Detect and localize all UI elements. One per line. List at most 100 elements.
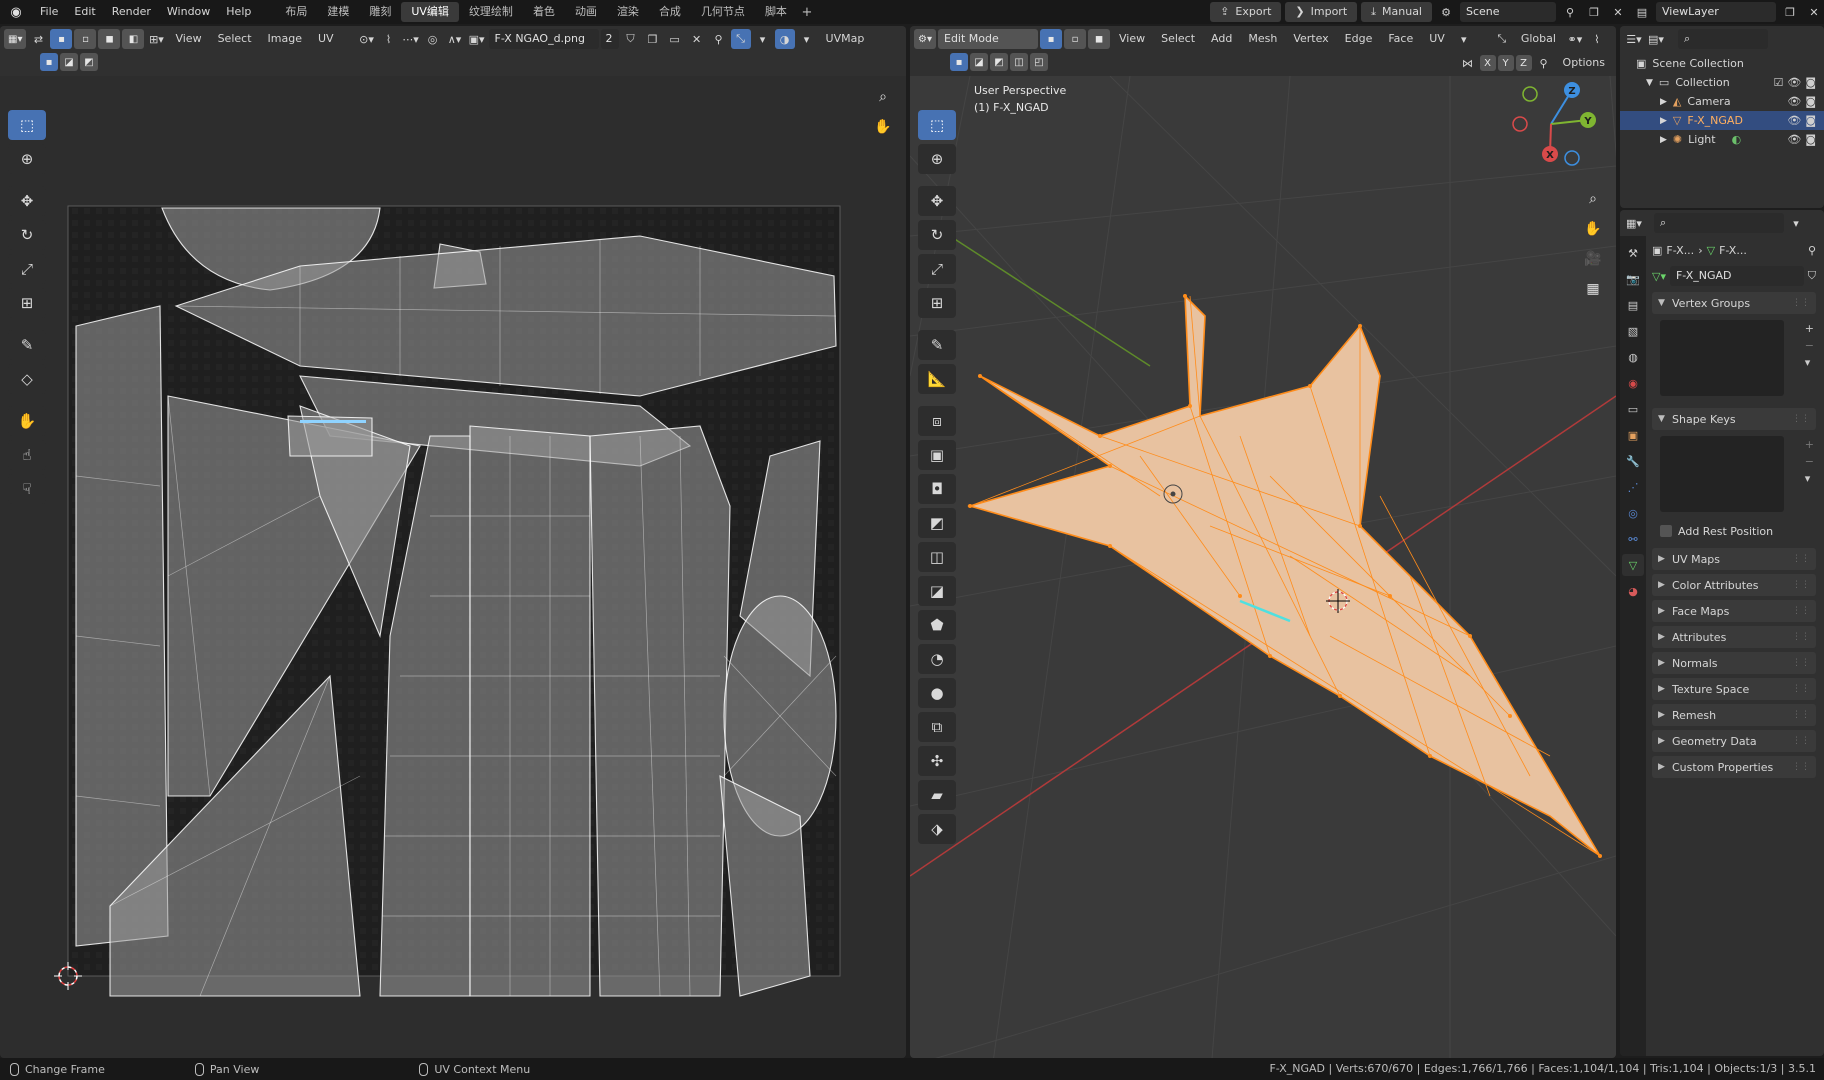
- vp-transform-tool-icon[interactable]: ⊞: [918, 288, 956, 318]
- overlay-toggle-icon[interactable]: ◑: [774, 29, 795, 49]
- modifier-tab-icon[interactable]: 🔧: [1622, 450, 1644, 472]
- options-dropdown[interactable]: Options: [1556, 53, 1612, 73]
- panel-color-attributes[interactable]: ▶ Color Attributes ⋮⋮: [1652, 574, 1816, 596]
- gizmo-neg-x-ball[interactable]: [1512, 116, 1528, 132]
- remove-vertex-group-icon[interactable]: −: [1805, 339, 1814, 352]
- display-mode-icon[interactable]: ▤▾: [1646, 29, 1666, 49]
- drag-grip-icon[interactable]: ⋮⋮: [1792, 554, 1810, 564]
- vp-menu-vertex[interactable]: Vertex: [1286, 29, 1335, 49]
- vp-select-extend-icon[interactable]: ◪: [970, 53, 988, 71]
- vertex-select-icon[interactable]: ▪: [50, 29, 73, 49]
- add-cube-tool-icon[interactable]: ⧈: [918, 406, 956, 436]
- aircraft-mesh[interactable]: [967, 293, 1602, 858]
- image-name-field[interactable]: F-X NGAO_d.png: [488, 29, 599, 49]
- panel-face-maps[interactable]: ▶ Face Maps ⋮⋮: [1652, 600, 1816, 622]
- material-tab-icon[interactable]: ◕: [1622, 580, 1644, 602]
- eye-icon[interactable]: 👁: [1787, 95, 1801, 108]
- drag-grip-icon[interactable]: ⋮⋮: [1792, 658, 1810, 668]
- sticky-select-icon[interactable]: ⊞▾: [146, 29, 166, 49]
- vp-menu-face[interactable]: Face: [1381, 29, 1420, 49]
- vp-select-invert-icon[interactable]: ◫: [1010, 53, 1028, 71]
- camera-render-icon[interactable]: ◙: [1805, 95, 1816, 108]
- uv-menu-uv[interactable]: UV: [311, 29, 341, 49]
- shape-key-menu-icon[interactable]: ▾: [1805, 472, 1814, 485]
- pinch-tool-icon[interactable]: ☟: [8, 474, 46, 504]
- inset-tool-icon[interactable]: ◘: [918, 474, 956, 504]
- drag-grip-icon[interactable]: ⋮⋮: [1792, 762, 1810, 772]
- panel-geometry-data[interactable]: ▶ Geometry Data ⋮⋮: [1652, 730, 1816, 752]
- add-workspace-icon[interactable]: +: [797, 5, 817, 20]
- vp-select-subtract-icon[interactable]: ◩: [990, 53, 1008, 71]
- overlay-dropdown-icon[interactable]: ▾: [797, 29, 817, 49]
- fake-user-icon[interactable]: ⛉: [621, 29, 641, 49]
- workspace-tab-texture-paint[interactable]: 纹理绘制: [459, 2, 523, 22]
- panel-texture-space[interactable]: ▶ Texture Space ⋮⋮: [1652, 678, 1816, 700]
- drag-grip-icon[interactable]: ⋮⋮: [1792, 684, 1810, 694]
- pin-icon[interactable]: ⚲: [1560, 2, 1580, 22]
- scene-icon[interactable]: ⚙: [1436, 2, 1456, 22]
- gizmo-neg-y-ball[interactable]: [1522, 86, 1538, 102]
- navigation-gizmo[interactable]: Z Y X: [1506, 76, 1616, 166]
- cursor-tool-icon[interactable]: ⊕: [8, 144, 46, 174]
- unlink-image-icon[interactable]: ✕: [687, 29, 707, 49]
- constraints-tab-icon[interactable]: ⚯: [1622, 528, 1644, 550]
- mirror-x-toggle[interactable]: X: [1479, 55, 1496, 71]
- vp-menu-edge[interactable]: Edge: [1338, 29, 1380, 49]
- menu-file[interactable]: File: [32, 0, 66, 24]
- view-layer-icon[interactable]: ▤: [1632, 2, 1652, 22]
- render-tab-icon[interactable]: 📷: [1622, 268, 1644, 290]
- viewport-canvas[interactable]: Z Y X: [910, 76, 1616, 1058]
- camera-render-icon[interactable]: ◙: [1805, 133, 1816, 146]
- vp-select-intersect-icon[interactable]: ◰: [1030, 53, 1048, 71]
- edge-select-icon[interactable]: ▫: [74, 29, 97, 49]
- transform-tool-icon[interactable]: ⊞: [8, 288, 46, 318]
- vp-menu-select[interactable]: Select: [1154, 29, 1202, 49]
- vertex-groups-list[interactable]: [1660, 320, 1784, 396]
- snap-target-icon[interactable]: ⋯▾: [401, 29, 421, 49]
- vp-annotate-tool-icon[interactable]: ✎: [918, 330, 956, 360]
- snap-icon[interactable]: ⌇: [379, 29, 399, 49]
- scene-tab-icon[interactable]: ◍: [1622, 346, 1644, 368]
- vp-select-new-icon[interactable]: ▪: [950, 53, 968, 71]
- collection-tab-icon[interactable]: ▭: [1622, 398, 1644, 420]
- outliner-row-collection[interactable]: ▼ ▭ Collection ☑ 👁 ◙: [1620, 73, 1824, 92]
- tool-tab-icon[interactable]: ⚒: [1622, 242, 1644, 264]
- view-layer-selector[interactable]: ViewLayer: [1656, 2, 1776, 22]
- move-tool-icon[interactable]: ✥: [8, 186, 46, 216]
- image-users-count[interactable]: 2: [600, 29, 619, 49]
- viewport-editor-type-icon[interactable]: ⚙▾: [914, 29, 936, 49]
- camera-render-icon[interactable]: ◙: [1805, 114, 1816, 127]
- rip-region-tool-icon[interactable]: ⬗: [918, 814, 956, 844]
- new-image-icon[interactable]: ❐: [643, 29, 663, 49]
- panel-normals[interactable]: ▶ Normals ⋮⋮: [1652, 652, 1816, 674]
- uv-menu-view[interactable]: View: [168, 29, 208, 49]
- pin-icon[interactable]: ⚲: [1808, 244, 1816, 257]
- smooth-tool-icon[interactable]: ●: [918, 678, 956, 708]
- view-layer-tab-icon[interactable]: ▧: [1622, 320, 1644, 342]
- rip-tool-icon[interactable]: ◇: [8, 364, 46, 394]
- panel-shape-keys[interactable]: ▼ Shape Keys ⋮⋮: [1652, 408, 1816, 430]
- vp-move-tool-icon[interactable]: ✥: [918, 186, 956, 216]
- scale-tool-icon[interactable]: ⤢: [8, 254, 46, 284]
- outliner-search-field[interactable]: ⌕: [1678, 29, 1768, 49]
- vp-menu-add[interactable]: Add: [1204, 29, 1239, 49]
- camera-render-icon[interactable]: ◙: [1805, 76, 1816, 89]
- checkbox-icon[interactable]: ☑: [1773, 76, 1783, 89]
- annotate-tool-icon[interactable]: ✎: [8, 330, 46, 360]
- loop-cut-tool-icon[interactable]: ◫: [918, 542, 956, 572]
- vp-select-box-tool-icon[interactable]: ⬚: [918, 110, 956, 140]
- select-extend-icon[interactable]: ◪: [60, 53, 78, 71]
- uv-menu-image[interactable]: Image: [261, 29, 309, 49]
- delete-view-layer-icon[interactable]: ✕: [1804, 2, 1824, 22]
- mirror-y-toggle[interactable]: Y: [1497, 55, 1514, 71]
- mesh-data-tab-icon[interactable]: ▽: [1622, 554, 1644, 576]
- properties-options-icon[interactable]: ▾: [1786, 213, 1806, 233]
- workspace-tab-layout[interactable]: 布局: [275, 2, 317, 22]
- drag-grip-icon[interactable]: ⋮⋮: [1792, 298, 1810, 308]
- poly-build-tool-icon[interactable]: ⬟: [918, 610, 956, 640]
- vp-rotate-tool-icon[interactable]: ↻: [918, 220, 956, 250]
- gizmo-neg-z-ball[interactable]: [1564, 150, 1580, 166]
- shrink-fatten-tool-icon[interactable]: ✣: [918, 746, 956, 776]
- menu-help[interactable]: Help: [218, 0, 259, 24]
- world-tab-icon[interactable]: ◉: [1622, 372, 1644, 394]
